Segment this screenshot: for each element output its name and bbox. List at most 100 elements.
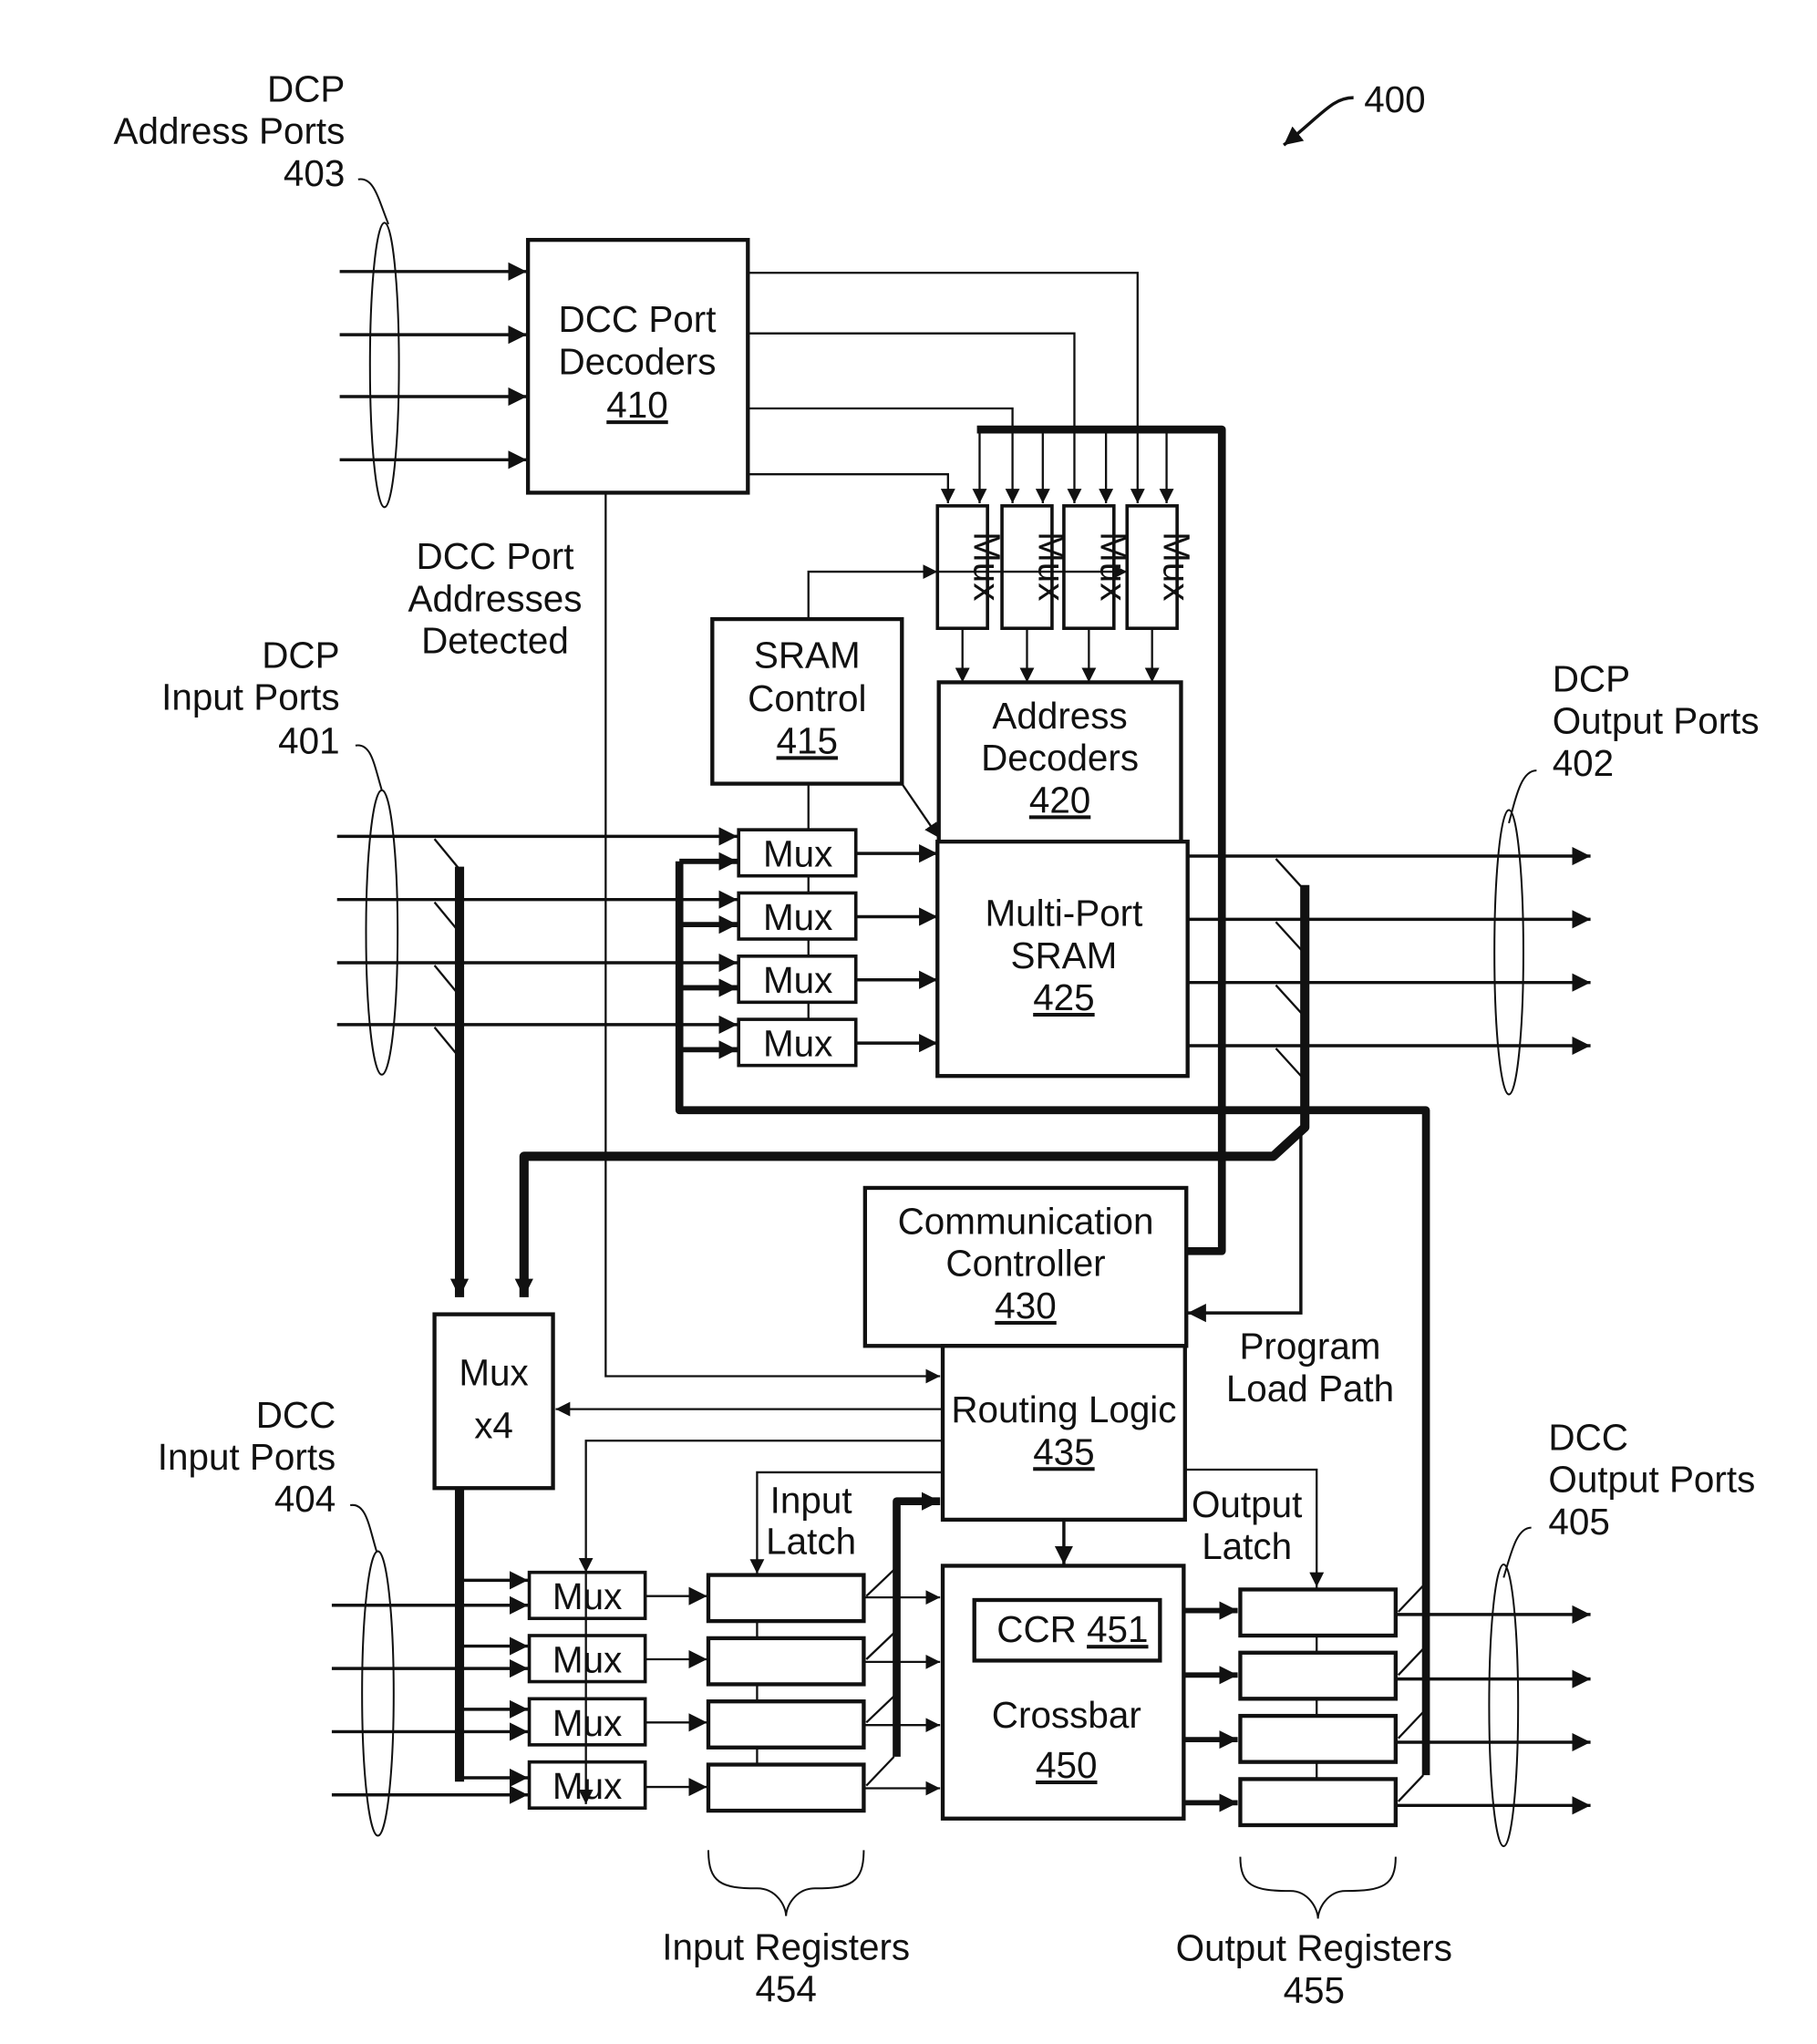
block-ref: 435 (1033, 1430, 1094, 1472)
mux-label: Mux (763, 959, 832, 1001)
label-program-load-path: Program Load Path (1226, 1326, 1394, 1409)
mux-label: Mux (1156, 532, 1198, 601)
label-line: Output Registers (1176, 1927, 1452, 1969)
mux[interactable]: Mux (737, 1017, 858, 1068)
label-ref: 403 (284, 152, 345, 194)
block-label: Decoders (558, 340, 716, 382)
port-group-ellipse (361, 1550, 395, 1837)
label-line: DCC (256, 1394, 336, 1436)
label-dcc-output-ports: DCC Output Ports 405 (1488, 1416, 1755, 1848)
mux-vertical[interactable]: Mux (1000, 504, 1072, 630)
label-dcp-input-ports: DCP Input Ports 401 (161, 635, 399, 1076)
label-line: Output Ports (1553, 700, 1760, 742)
label-line: Output (1192, 1483, 1302, 1525)
block-label: Address (992, 695, 1127, 737)
mux-vertical[interactable]: Mux (935, 504, 1008, 630)
block-routing-logic[interactable]: Routing Logic 435 (940, 1344, 1187, 1523)
mux-vertical[interactable]: Mux (1062, 504, 1134, 630)
block-label: Control (748, 677, 866, 719)
block-label: Communication (898, 1201, 1154, 1243)
block-label: Routing Logic (951, 1388, 1176, 1430)
output-register[interactable] (1238, 1777, 1399, 1828)
output-register[interactable] (1238, 1713, 1399, 1764)
label-ref: 405 (1548, 1501, 1609, 1543)
block-dcc-port-decoders[interactable]: DCC Port Decoders 410 (525, 237, 750, 495)
label-dcp-output-ports: DCP Output Ports 402 (1493, 658, 1760, 1096)
label-dcp-address-ports: DCP Address Ports 403 (114, 68, 400, 509)
block-ref: 410 (606, 384, 667, 426)
block-ref: 425 (1033, 976, 1094, 1018)
block-ccr[interactable]: CCR 451 (972, 1597, 1162, 1663)
block-label: Controller (945, 1243, 1105, 1285)
label-line: Address Ports (114, 110, 346, 152)
input-register[interactable] (706, 1699, 866, 1750)
label-line: DCP (262, 635, 339, 676)
label-line: DCP (267, 68, 345, 110)
block-label: DCC Port (559, 298, 717, 340)
block-ref: 420 (1029, 779, 1090, 821)
mux[interactable]: Mux (737, 891, 858, 941)
label-input-latch: Input Latch (766, 1480, 856, 1563)
mux-label: Mux (763, 1023, 832, 1065)
mux-vertical[interactable]: Mux (1125, 504, 1198, 630)
block-label: Crossbar (992, 1694, 1141, 1736)
label-line: Input Ports (158, 1436, 336, 1478)
label-ref: 455 (1284, 1969, 1345, 2011)
block-sram-control[interactable]: SRAM Control 415 (710, 616, 904, 786)
address-port-lines (339, 262, 527, 470)
figure-ref-400: 400 (1283, 78, 1426, 147)
block-ref: 430 (995, 1285, 1056, 1327)
mux-label: Mux (763, 833, 832, 875)
figure-ref-number: 400 (1364, 78, 1425, 120)
block-label: SRAM (1011, 934, 1118, 976)
input-register[interactable] (706, 1636, 866, 1687)
block-label: Decoders (981, 737, 1139, 779)
block-mux-x4[interactable]: Mux x4 (432, 1312, 555, 1491)
figure-ref-arrow (1283, 96, 1354, 147)
mux-label: Mux (552, 1702, 622, 1744)
crossbar-output-lines (1183, 1601, 1238, 1812)
block-diagram-400: 400 DCP Address Ports 403 DCC Port Decod… (114, 68, 1760, 2011)
leader-line (355, 744, 383, 791)
block-ref: 450 (1036, 1744, 1097, 1786)
label-output-latch: Output Latch (1192, 1483, 1302, 1567)
mux[interactable]: Mux (527, 1570, 647, 1621)
label-dcc-port-addresses-detected: DCC Port Addresses Detected (408, 535, 583, 661)
input-registers-brace (707, 1850, 865, 1916)
dcc-input-mux-group: Mux Mux Mux Mux (331, 1570, 707, 1810)
port-group-ellipse (365, 789, 399, 1076)
output-register[interactable] (1238, 1650, 1399, 1701)
input-registers: Input Registers 454 (662, 1492, 941, 2009)
mux-label: Mux (552, 1575, 622, 1617)
mux[interactable]: Mux (527, 1697, 647, 1747)
block-communication-controller[interactable]: Communication Controller 430 (862, 1185, 1189, 1348)
port-group-ellipse (368, 222, 400, 509)
label-line: DCC Port (417, 535, 574, 577)
mux-label: Mux (552, 1638, 622, 1680)
block-label: x4 (474, 1404, 513, 1446)
port-group-ellipse (1493, 809, 1524, 1096)
mux[interactable]: Mux (737, 828, 858, 878)
input-register[interactable] (706, 1573, 866, 1624)
label-line: Detected (421, 620, 569, 662)
routing-logic-lines (555, 1401, 1325, 1794)
block-crossbar[interactable]: CCR 451 Crossbar 450 (940, 1564, 1186, 1821)
ccr-label: CCR 451 (996, 1608, 1148, 1650)
leader-line (349, 1504, 378, 1552)
mux-label: Mux (763, 896, 832, 938)
label-ref: 401 (278, 719, 339, 761)
block-label: Mux (459, 1352, 528, 1394)
block-label: SRAM (754, 635, 861, 676)
mux[interactable]: Mux (527, 1760, 647, 1810)
label-ref: 402 (1553, 742, 1614, 784)
mux[interactable]: Mux (737, 954, 858, 1005)
block-address-decoders[interactable]: Address Decoders 420 (936, 680, 1183, 845)
mux[interactable]: Mux (527, 1634, 647, 1684)
output-register[interactable] (1238, 1587, 1399, 1638)
label-line: DCC (1548, 1416, 1628, 1458)
block-multi-port-sram[interactable]: Multi-Port SRAM 425 (935, 839, 1190, 1079)
label-line: Addresses (408, 577, 583, 619)
label-line: Input Registers (662, 1925, 910, 1967)
input-register[interactable] (706, 1762, 866, 1813)
label-line: Latch (766, 1520, 856, 1562)
